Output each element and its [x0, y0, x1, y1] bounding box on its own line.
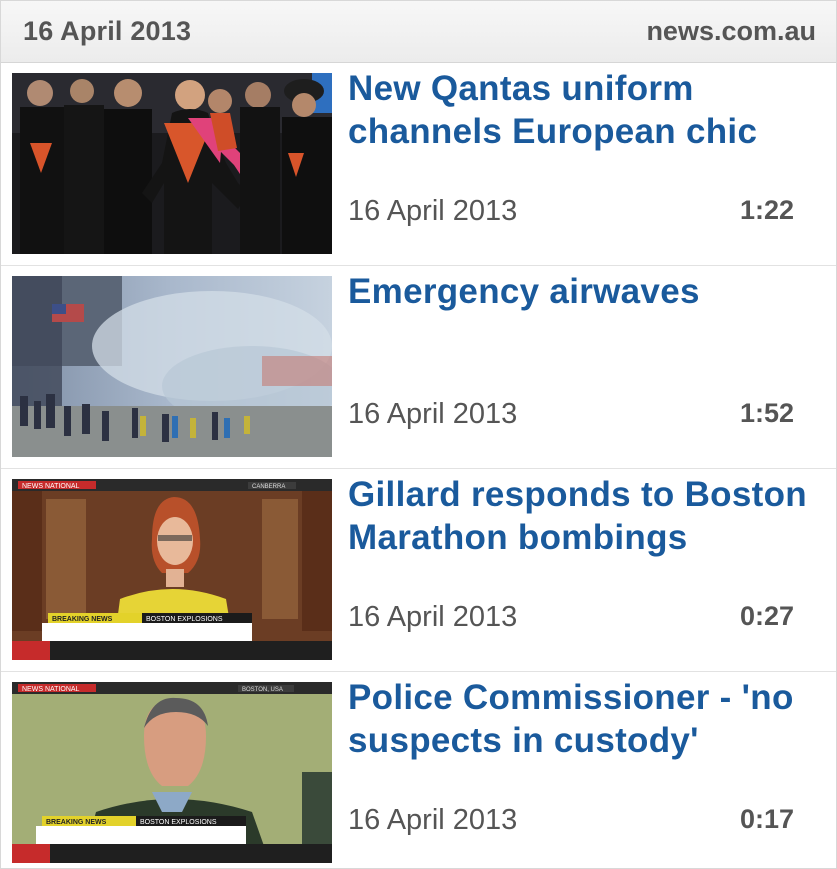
gillard-thumbnail-image: NEWS NATIONAL CANBERRA BREAKING NEWS BOS… [12, 479, 332, 660]
video-title[interactable]: Gillard responds to Boston Marathon bomb… [348, 473, 816, 559]
thumb-location-label: CANBERRA [252, 484, 285, 490]
thumb-channel-label: NEWS NATIONAL [22, 686, 80, 693]
video-thumbnail[interactable]: NEWS NATIONAL CANBERRA BREAKING NEWS BOS… [12, 479, 332, 660]
video-title[interactable]: Police Commissioner - 'no suspects in cu… [348, 676, 816, 762]
video-date: 16 April 2013 [348, 601, 518, 633]
video-date: 16 April 2013 [348, 804, 518, 836]
video-duration: 1:52 [739, 398, 794, 428]
video-list: New Qantas uniform channels European chi… [1, 63, 836, 868]
video-duration: 1:22 [739, 195, 794, 225]
video-item[interactable]: NEWS NATIONAL CANBERRA BREAKING NEWS BOS… [1, 469, 836, 672]
thumb-banner-left: BREAKING NEWS [46, 819, 107, 826]
video-item[interactable]: NEWS NATIONAL BOSTON, USA BREAKING NEWS … [1, 672, 836, 868]
video-widget: 16 April 2013 news.com.au New Qantas uni… [0, 0, 837, 869]
video-item[interactable]: Emergency airwaves 16 April 2013 1:52 [1, 266, 836, 469]
video-title[interactable]: Emergency airwaves [348, 270, 816, 313]
thumb-channel-label: NEWS NATIONAL [22, 483, 80, 490]
video-thumbnail[interactable] [12, 73, 332, 254]
police-commissioner-thumbnail-image: NEWS NATIONAL BOSTON, USA BREAKING NEWS … [12, 682, 332, 863]
video-thumbnail[interactable] [12, 276, 332, 457]
widget-header: 16 April 2013 news.com.au [1, 1, 836, 63]
thumb-banner-left: BREAKING NEWS [52, 616, 113, 623]
header-date: 16 April 2013 [23, 16, 192, 46]
video-title[interactable]: New Qantas uniform channels European chi… [348, 67, 816, 153]
video-duration: 0:27 [739, 601, 794, 631]
qantas-thumbnail-image [12, 73, 332, 254]
video-date: 16 April 2013 [348, 398, 518, 430]
video-item[interactable]: New Qantas uniform channels European chi… [1, 63, 836, 266]
video-date: 16 April 2013 [348, 195, 518, 227]
thumb-banner-right: BOSTON EXPLOSIONS [146, 616, 223, 623]
video-thumbnail[interactable]: NEWS NATIONAL BOSTON, USA BREAKING NEWS … [12, 682, 332, 863]
thumb-banner-right: BOSTON EXPLOSIONS [140, 819, 217, 826]
source-label[interactable]: news.com.au [646, 16, 816, 47]
boston-street-thumbnail-image [12, 276, 332, 457]
thumb-location-label: BOSTON, USA [242, 687, 283, 693]
video-duration: 0:17 [739, 804, 794, 834]
